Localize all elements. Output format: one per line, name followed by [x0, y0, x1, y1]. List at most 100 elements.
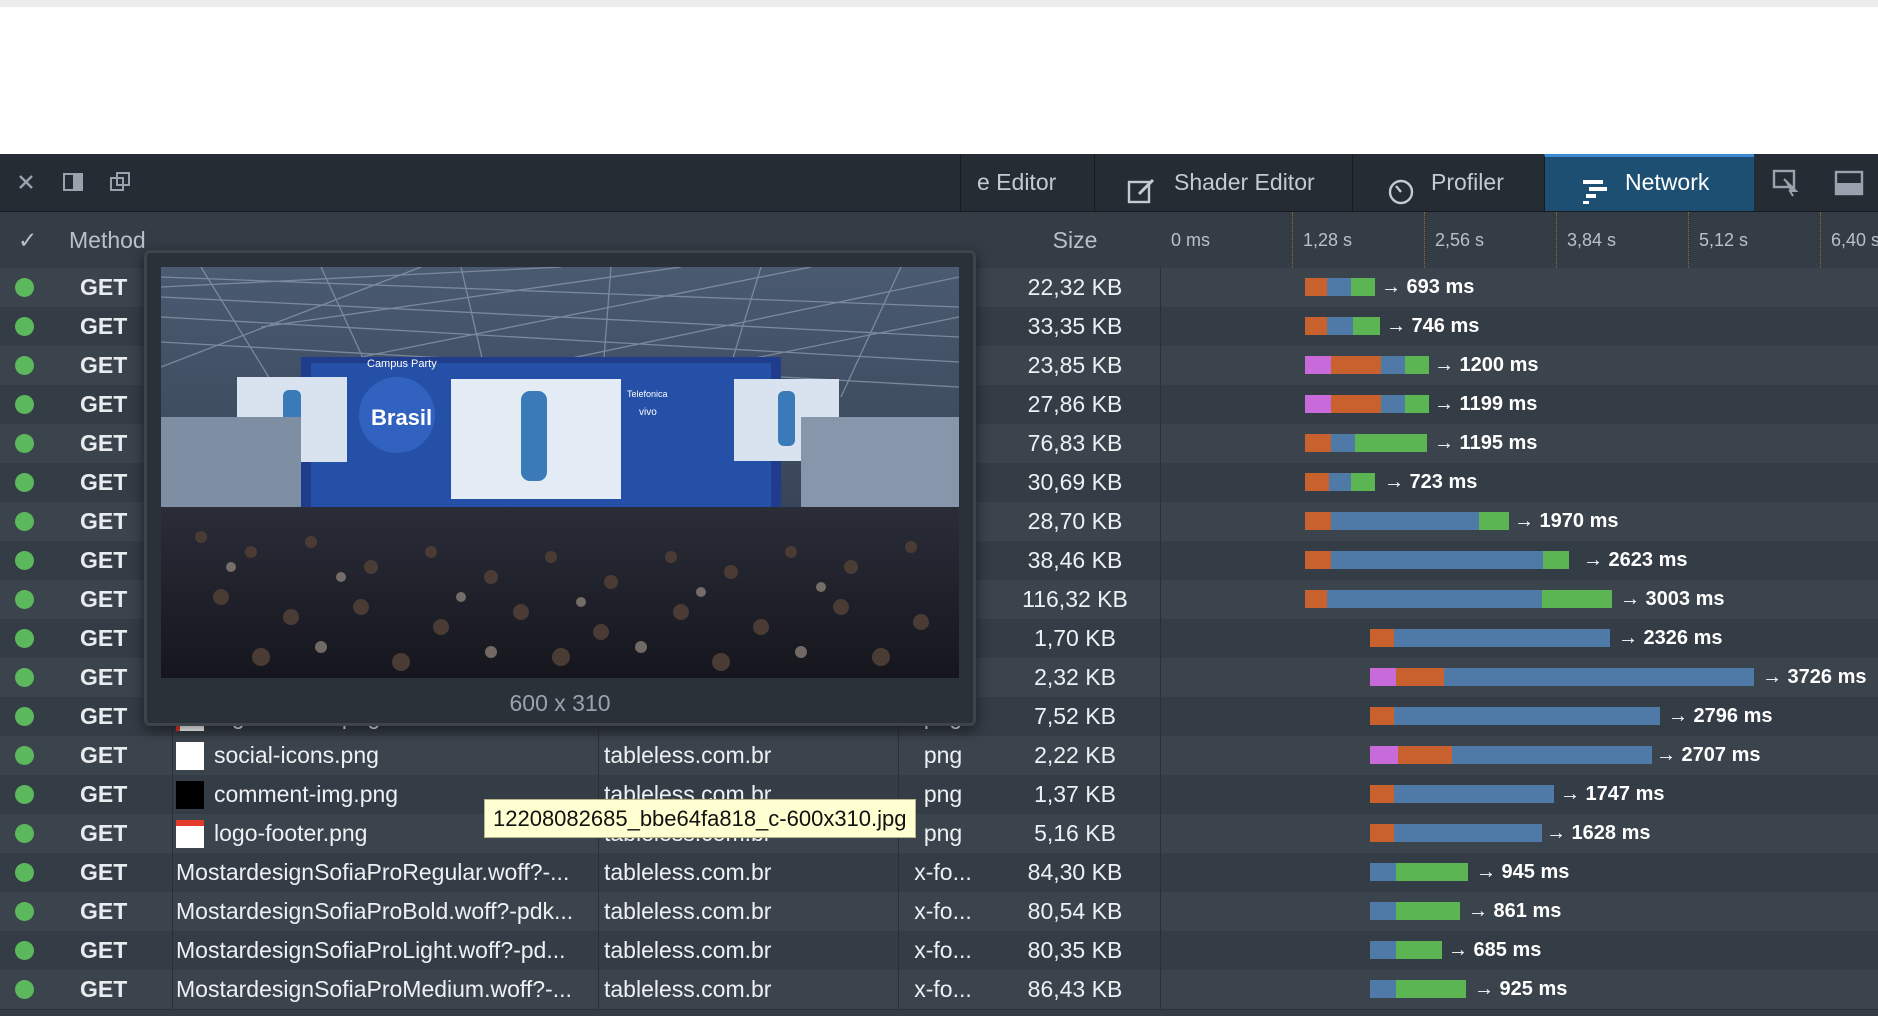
column-divider: [1160, 580, 1161, 619]
waterfall-segment-purple: [1370, 746, 1398, 764]
timeline-tick: 5,12 s: [1688, 212, 1809, 268]
status-ok-icon: [15, 785, 34, 804]
stage-logo-text: Campus Party: [367, 358, 437, 370]
element-picker-icon[interactable]: [1772, 169, 1800, 197]
request-size: 5,16 KB: [1034, 820, 1116, 846]
column-divider: [1160, 658, 1161, 697]
waterfall-segment-green: [1542, 590, 1612, 608]
request-row[interactable]: GET MostardesignSofiaProBold.woff?-pdk...…: [0, 892, 1878, 932]
request-row[interactable]: GET social-icons.png tableless.com.br png 2,…: [0, 736, 1878, 776]
status-ok-icon: [15, 356, 34, 375]
stage-sponsor-text: Telefonica: [627, 389, 668, 399]
tab-shader-editor[interactable]: Shader Editor: [1094, 154, 1353, 211]
waterfall-segment-blue: [1381, 395, 1405, 413]
request-size: 2,32 KB: [1034, 664, 1116, 690]
waterfall-total-time: → 2326 ms: [1618, 627, 1723, 649]
waterfall-segment-orange: [1305, 278, 1327, 296]
column-divider: [598, 892, 599, 931]
dock-side-icon[interactable]: [61, 170, 85, 194]
waterfall-segment-blue: [1331, 434, 1355, 452]
request-row[interactable]: GET MostardesignSofiaProRegular.woff?-...…: [0, 853, 1878, 893]
tab-label: e Editor: [977, 169, 1057, 195]
tab-profiler[interactable]: Profiler: [1352, 154, 1545, 211]
request-size: 86,43 KB: [1027, 976, 1123, 1002]
waterfall-segment-blue: [1331, 512, 1479, 530]
page-viewport: [0, 7, 1878, 154]
column-divider: [898, 931, 899, 970]
waterfall-segment-green: [1543, 551, 1569, 569]
tab-label: Network: [1625, 169, 1710, 195]
column-divider: [898, 970, 899, 1009]
timeline-tick: 3,84 s: [1556, 212, 1677, 268]
waterfall-total-time: → 1195 ms: [1434, 432, 1538, 454]
waterfall-segment-blue: [1327, 278, 1351, 296]
waterfall-segment-blue: [1381, 356, 1405, 374]
waterfall-total-time: → 2623 ms: [1583, 549, 1688, 571]
waterfall-segment-blue: [1370, 941, 1396, 959]
waterfall-segment-blue: [1394, 824, 1542, 842]
status-ok-icon: [15, 902, 34, 921]
status-ok-icon: [15, 746, 34, 765]
waterfall-segment-orange: [1305, 512, 1331, 530]
waterfall-total-time: → 925 ms: [1474, 978, 1568, 1000]
waterfall-segment-blue: [1370, 863, 1396, 881]
request-file: MostardesignSofiaProRegular.woff?-...: [176, 859, 570, 885]
tab-label: Profiler: [1431, 169, 1504, 195]
waterfall-segment-blue: [1331, 551, 1543, 569]
waterfall-segment-green: [1351, 278, 1375, 296]
waterfall-total-time: → 746 ms: [1386, 315, 1480, 337]
waterfall-total-time: → 723 ms: [1384, 471, 1478, 493]
close-icon[interactable]: [14, 170, 38, 194]
waterfall-segment-orange: [1331, 356, 1381, 374]
request-domain: tableless.com.br: [604, 859, 772, 885]
status-ok-icon: [15, 824, 34, 843]
tab-style-editor[interactable]: e Editor: [960, 154, 1095, 211]
status-ok-icon: [15, 551, 34, 570]
request-domain: tableless.com.br: [604, 937, 772, 963]
request-size: 30,69 KB: [1027, 469, 1123, 495]
waterfall-segment-orange: [1305, 590, 1327, 608]
size-column-header[interactable]: Size: [1000, 212, 1150, 268]
image-preview-popup: Brasil Campus Party vivo Telefonica 600 …: [144, 250, 976, 726]
column-divider: [1160, 853, 1161, 892]
status-ok-icon: [15, 317, 34, 336]
request-size: 84,30 KB: [1027, 859, 1123, 885]
timeline-tick: 2,56 s: [1424, 212, 1545, 268]
waterfall-segment-blue: [1329, 473, 1351, 491]
pencil-square-icon: [1127, 169, 1157, 204]
undock-window-icon[interactable]: [108, 170, 132, 194]
status-ok-icon: [15, 473, 34, 492]
waterfall-total-time: → 861 ms: [1468, 900, 1562, 922]
request-row[interactable]: GET MostardesignSofiaProLight.woff?-pd...…: [0, 931, 1878, 971]
request-file: MostardesignSofiaProBold.woff?-pdk...: [176, 898, 574, 924]
request-size: 1,70 KB: [1034, 625, 1116, 651]
request-size: 33,35 KB: [1027, 313, 1123, 339]
status-ok-icon: [15, 278, 34, 297]
waterfall-segment-blue: [1452, 746, 1652, 764]
request-row[interactable]: GET comment-img.png tableless.com.br png 1,3…: [0, 775, 1878, 815]
timeline-tick: 6,40 s: [1820, 212, 1878, 268]
request-file: social-icons.png: [214, 742, 379, 768]
method-column-header[interactable]: Method: [69, 212, 149, 268]
waterfall-segment-green: [1396, 902, 1460, 920]
waterfall-segment-blue: [1370, 980, 1396, 998]
column-divider: [1160, 619, 1161, 658]
waterfall-total-time: → 693 ms: [1381, 276, 1475, 298]
request-size: 80,35 KB: [1027, 937, 1123, 963]
request-domain: tableless.com.br: [604, 898, 772, 924]
waterfall-segment-green: [1396, 980, 1466, 998]
tab-network[interactable]: Network: [1544, 154, 1754, 211]
waterfall-total-time: → 3726 ms: [1762, 666, 1867, 688]
status-ok-icon: [15, 395, 34, 414]
status-ok-icon: [15, 512, 34, 531]
column-divider: [1160, 697, 1161, 736]
column-divider: [1160, 346, 1161, 385]
request-domain: tableless.com.br: [604, 976, 772, 1002]
status-column-header[interactable]: ✓: [18, 212, 48, 268]
column-divider: [1160, 502, 1161, 541]
request-row[interactable]: GETlogo-footer.pngtableless.com.brpng5,1…: [0, 814, 1878, 854]
split-console-icon[interactable]: [1834, 169, 1864, 197]
waterfall-segment-green: [1396, 863, 1468, 881]
waterfall-segment-blue: [1327, 590, 1542, 608]
request-row[interactable]: GET MostardesignSofiaProMedium.woff?-... t…: [0, 970, 1878, 1010]
